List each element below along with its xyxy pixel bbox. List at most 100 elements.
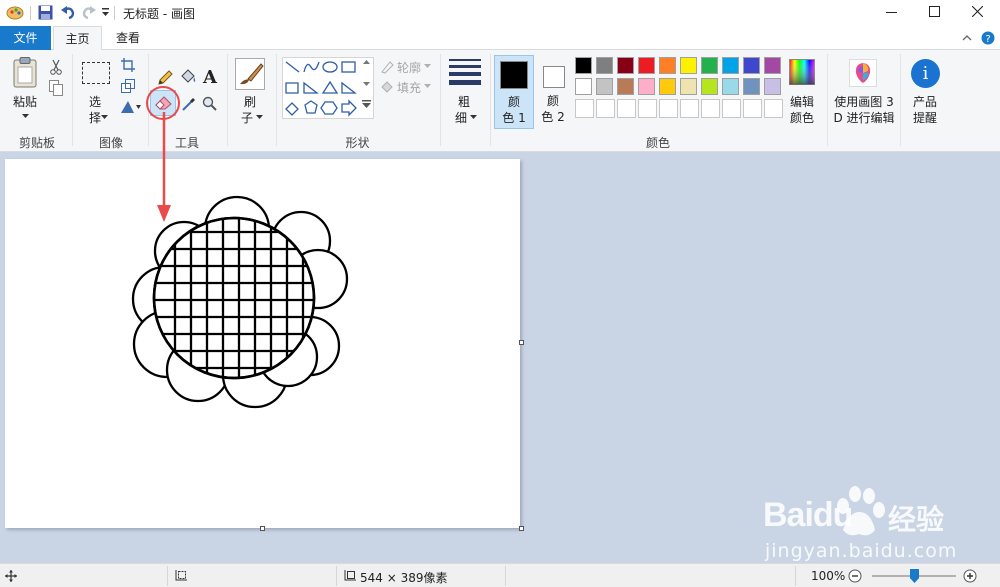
tab-view[interactable]: 查看 [104,26,152,50]
tab-file[interactable]: 文件 [0,26,51,50]
palette-swatch[interactable] [596,78,613,95]
zoom-in-icon[interactable] [963,569,977,583]
paint-app-icon[interactable] [6,4,24,20]
status-divider [336,566,337,586]
size-icon[interactable] [449,59,481,85]
palette-swatch[interactable] [596,57,613,74]
paste-label[interactable]: 粘贴 [10,94,40,110]
collapse-ribbon-icon[interactable] [962,34,972,41]
info-icon[interactable]: i [911,59,940,88]
color-picker-icon[interactable] [181,96,197,112]
cut-icon[interactable] [49,59,63,75]
palette-empty-swatch[interactable] [743,99,762,118]
shapes-gallery-icons[interactable] [283,58,373,118]
edit-colors-icon[interactable] [789,59,815,85]
palette-swatch[interactable] [722,57,739,74]
shapes-expand-icon[interactable] [362,100,371,108]
edit-colors-label-line2[interactable]: 颜色 [783,110,821,126]
crop-icon[interactable] [121,58,135,72]
color2-button[interactable]: 颜 色 2 [536,55,572,129]
tab-home[interactable]: 主页 [53,26,102,51]
palette-swatch[interactable] [701,57,718,74]
palette-empty-swatch[interactable] [596,99,615,118]
select-label[interactable]: 选 [80,94,110,110]
select-icon[interactable] [82,62,110,84]
select-dropdown-icon[interactable] [101,115,108,119]
palette-swatch[interactable] [764,57,781,74]
color1-button[interactable]: 颜 色 1 [494,55,534,129]
brushes-dropdown-icon[interactable] [256,115,263,119]
palette-empty-swatch[interactable] [701,99,720,118]
zoom-slider[interactable] [872,569,956,583]
rotate-icon[interactable] [120,100,142,114]
copy-icon[interactable] [49,80,63,96]
palette-swatch[interactable] [743,78,760,95]
help-icon[interactable]: ? [981,31,995,45]
zoom-out-icon[interactable] [848,569,862,583]
palette-swatch[interactable] [617,78,634,95]
palette-empty-swatch[interactable] [617,99,636,118]
resize-handle-corner[interactable] [519,526,524,531]
undo-icon[interactable] [60,4,76,20]
save-icon[interactable] [38,5,53,20]
close-icon[interactable] [972,6,983,17]
palette-swatch[interactable] [617,57,634,74]
color1-swatch [500,61,528,89]
pencil-icon[interactable] [157,70,173,86]
product-alert-label[interactable]: 产品 [905,94,945,110]
text-tool-icon[interactable]: A [203,67,217,88]
shapes-gallery[interactable] [282,57,374,119]
brushes-label-line2[interactable]: 子 [236,110,258,126]
resize-handle-bottom[interactable] [260,526,265,531]
size-dropdown-icon[interactable] [470,115,477,119]
palette-swatch[interactable] [743,57,760,74]
brushes-label[interactable]: 刷 [236,94,264,110]
outline-icon[interactable] [380,60,394,74]
magnifier-icon[interactable] [202,96,218,112]
palette-swatch[interactable] [659,78,676,95]
outline-label[interactable]: 轮廓 [397,59,421,76]
fill-label[interactable]: 填充 [397,79,421,96]
maximize-icon[interactable] [929,6,940,17]
palette-swatch[interactable] [701,78,718,95]
palette-swatch[interactable] [680,57,697,74]
fill-dropdown-icon[interactable] [424,84,431,88]
minimize-icon[interactable] [886,12,897,14]
palette-empty-swatch[interactable] [575,99,594,118]
outline-dropdown-icon[interactable] [424,64,431,68]
palette-swatch[interactable] [659,57,676,74]
palette-empty-swatch[interactable] [722,99,741,118]
edit-colors-label[interactable]: 编辑 [783,94,821,110]
palette-swatch[interactable] [575,78,592,95]
paint3d-label[interactable]: 使用画图 3 [831,94,897,110]
paint3d-icon[interactable] [849,59,877,87]
palette-swatch[interactable] [722,78,739,95]
paste-icon[interactable] [12,57,40,89]
status-divider [167,566,168,586]
shapes-scroll-up-icon[interactable] [363,60,370,64]
zoom-slider-thumb[interactable] [910,569,919,583]
resize-icon[interactable] [121,79,135,93]
palette-swatch[interactable] [764,78,781,95]
resize-handle-right[interactable] [519,340,524,345]
brush-icon[interactable] [235,58,265,90]
paste-dropdown-icon[interactable] [22,114,29,118]
product-alert-label-line2[interactable]: 提醒 [905,110,945,126]
size-label-line2[interactable]: 细 [450,110,472,126]
size-label[interactable]: 粗 [450,94,478,110]
palette-empty-swatch[interactable] [680,99,699,118]
palette-empty-swatch[interactable] [638,99,657,118]
fill-bucket-icon[interactable] [179,68,197,86]
shapes-scroll-down-icon[interactable] [363,82,370,86]
customize-quick-access-icon[interactable] [101,8,110,17]
redo-icon[interactable] [81,4,97,20]
drawing-canvas[interactable] [5,159,520,528]
palette-empty-swatch[interactable] [659,99,678,118]
palette-swatch[interactable] [638,78,655,95]
paint3d-label-line2[interactable]: D 进行编辑 [831,110,897,126]
palette-swatch[interactable] [638,57,655,74]
fill-icon[interactable] [380,80,394,94]
palette-swatch[interactable] [680,78,697,95]
palette-swatch[interactable] [575,57,592,74]
palette-empty-swatch[interactable] [764,99,783,118]
